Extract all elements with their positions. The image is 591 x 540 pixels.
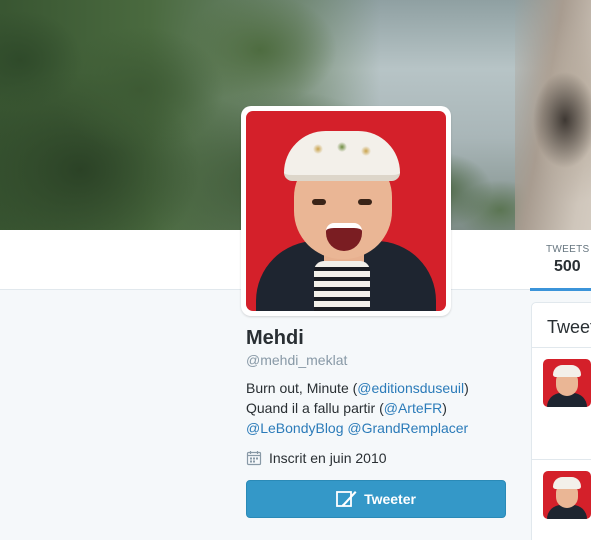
profile-join-date: Inscrit en juin 2010 (246, 448, 387, 468)
nav-stat-tweets-value: 500 (554, 258, 581, 275)
quill-icon (336, 489, 358, 509)
tweet-author-avatar[interactable] (543, 471, 591, 519)
profile-handle[interactable]: @mehdi_meklat (246, 352, 347, 368)
bio-line-3: @LeBondyBlog @GrandRemplacer (246, 418, 526, 438)
bio-link-editionsduseuil[interactable]: @editionsduseuil (357, 380, 464, 396)
card-divider (532, 459, 591, 460)
nav-stat-tweets[interactable]: TWEETS 500 (530, 230, 591, 291)
profile-bio: Burn out, Minute (@editionsduseuil) Quan… (246, 378, 526, 438)
nav-stat-tweets-label: TWEETS (546, 244, 590, 255)
banner-animal-fur (515, 0, 591, 230)
tweets-timeline-card: Tweets (531, 302, 591, 540)
bio-link-lebondyblog[interactable]: @LeBondyBlog (246, 420, 344, 436)
tweet-author-avatar[interactable] (543, 359, 591, 407)
tweet-button[interactable]: Tweeter (246, 480, 506, 518)
timeline-title: Tweets (547, 317, 591, 337)
profile-name[interactable]: Mehdi (246, 327, 304, 350)
bio-line-2: Quand il a fallu partir (@ArteFR) (246, 400, 447, 416)
join-date-text: Inscrit en juin 2010 (269, 450, 387, 466)
avatar-photo (246, 111, 446, 311)
card-divider (532, 347, 591, 348)
bio-link-artefr[interactable]: @ArteFR (384, 400, 443, 416)
tweet-button-label: Tweeter (364, 491, 416, 507)
nav-active-indicator (530, 288, 591, 291)
bio-line-1: Burn out, Minute (@editionsduseuil) (246, 380, 469, 396)
calendar-icon (246, 450, 262, 466)
bio-link-grandremplacer[interactable]: @GrandRemplacer (347, 420, 468, 436)
profile-avatar[interactable] (241, 106, 451, 316)
